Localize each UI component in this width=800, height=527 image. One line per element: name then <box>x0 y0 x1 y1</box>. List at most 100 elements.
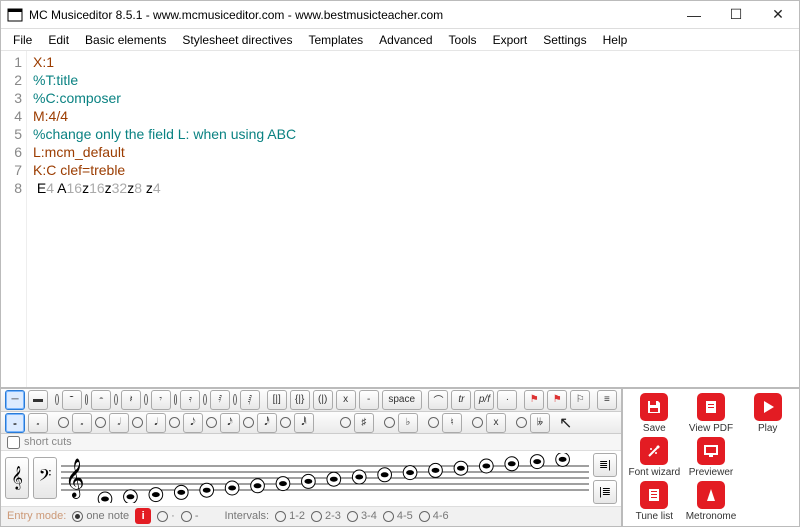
code-area[interactable]: X:1%T:title%C:composerM:4/4%change only … <box>27 51 799 387</box>
bar-button[interactable]: {|} <box>290 390 310 410</box>
note-button[interactable]: 𝅘𝅥𝅰 <box>257 413 277 433</box>
rest-button[interactable]: 𝅁 <box>240 390 260 410</box>
rest-button[interactable]: 𝄻 <box>62 390 82 410</box>
minimize-button[interactable]: — <box>673 1 715 28</box>
bass-clef-button[interactable]: 𝄢 <box>33 457 57 499</box>
dynamic-button[interactable]: ⌒ <box>428 390 448 410</box>
note-button[interactable]: 𝅘𝅥𝅱 <box>294 413 314 433</box>
interval-option[interactable]: 4-6 <box>419 510 449 522</box>
metronome-button[interactable]: Metronome <box>684 480 739 522</box>
radio-icon <box>340 417 351 428</box>
monitor-icon <box>697 437 725 465</box>
menu-edit[interactable]: Edit <box>40 31 77 49</box>
radio-icon <box>280 417 291 428</box>
menu-templates[interactable]: Templates <box>300 31 371 49</box>
note-button[interactable]: 𝅘𝅥 <box>146 413 166 433</box>
list-icon <box>640 481 668 509</box>
note-button[interactable]: 𝅗𝅥 <box>109 413 129 433</box>
bar-button[interactable]: x <box>336 390 356 410</box>
radio-icon <box>85 394 89 405</box>
menu-basic-elements[interactable]: Basic elements <box>77 31 174 49</box>
rest-button[interactable]: 𝅀 <box>210 390 230 410</box>
info-icon[interactable]: i <box>135 508 151 524</box>
menu-advanced[interactable]: Advanced <box>371 31 440 49</box>
misc-button[interactable]: ≡ <box>597 390 617 410</box>
tune-list-button[interactable]: Tune list <box>627 480 682 522</box>
svg-text:𝄞: 𝄞 <box>65 459 85 499</box>
intervals-label: Intervals: <box>224 510 269 522</box>
line-gutter: 12345678 <box>1 51 27 387</box>
interval-option[interactable]: 1-2 <box>275 510 305 522</box>
interval-option[interactable]: 3-4 <box>347 510 377 522</box>
doubleflat-button[interactable]: 𝄫 <box>530 413 550 433</box>
bar-button[interactable]: - <box>359 390 379 410</box>
radio-icon <box>472 417 483 428</box>
note-button[interactable]: 𝅘𝅥𝅯 <box>220 413 240 433</box>
save-button[interactable]: Save <box>627 393 682 435</box>
interval-option[interactable]: 2-3 <box>311 510 341 522</box>
menu-stylesheet-directives[interactable]: Stylesheet directives <box>174 31 300 49</box>
entry-dash[interactable]: - <box>181 510 199 522</box>
code-editor[interactable]: 12345678 X:1%T:title%C:composerM:4/4%cha… <box>1 51 799 387</box>
bar-button[interactable]: (|) <box>313 390 333 410</box>
space-button[interactable]: space <box>382 390 422 410</box>
rest-button[interactable]: ─ <box>5 390 25 410</box>
play-button[interactable]: Play <box>740 393 795 435</box>
radio-icon <box>114 394 118 405</box>
rest-button[interactable]: 𝄾 <box>151 390 171 410</box>
rest-button[interactable]: 𝄼 <box>91 390 111 410</box>
dynamic-button[interactable]: tr <box>451 390 471 410</box>
entry-one-note[interactable]: one note <box>72 510 129 522</box>
title-bar: MC Musiceditor 8.5.1 - www.mcmusiceditor… <box>1 1 799 29</box>
dynamic-button[interactable]: p/f <box>474 390 494 410</box>
pdf-icon <box>697 393 725 421</box>
action-panel: Save View PDF Play Font wizard Previewer… <box>623 389 799 526</box>
menu-tools[interactable]: Tools <box>441 31 485 49</box>
interval-option[interactable]: 4-5 <box>383 510 413 522</box>
play-icon <box>754 393 782 421</box>
doublesharp-button[interactable]: x <box>486 413 506 433</box>
staff-layout-button[interactable]: |≣ <box>593 480 617 504</box>
note-button[interactable]: 𝅝 <box>5 413 25 433</box>
menu-file[interactable]: File <box>5 31 40 49</box>
flag-button[interactable]: ⚑ <box>547 390 567 410</box>
shortcuts-label: short cuts <box>24 436 72 448</box>
radio-icon <box>233 394 237 405</box>
radio-icon <box>95 417 106 428</box>
menu-export[interactable]: Export <box>485 31 536 49</box>
toolbar-row-rests: ─ ▬ 𝄻 𝄼 𝄽 𝄾 𝄿 𝅀 𝅁 [|] {|} (|) x - space … <box>1 389 621 412</box>
window-controls: — ☐ ✕ <box>673 1 799 28</box>
bar-button[interactable]: [|] <box>267 390 287 410</box>
previewer-button[interactable]: Previewer <box>684 437 739 479</box>
close-button[interactable]: ✕ <box>757 1 799 28</box>
font-wizard-button[interactable]: Font wizard <box>627 437 682 479</box>
flag-button[interactable]: ⚐ <box>570 390 590 410</box>
natural-button[interactable]: ♮ <box>442 413 462 433</box>
radio-icon <box>55 394 59 405</box>
entry-dot[interactable]: · <box>157 510 175 522</box>
staff-layout-button[interactable]: ≣| <box>593 453 617 477</box>
bottom-panel: ─ ▬ 𝄻 𝄼 𝄽 𝄾 𝄿 𝅀 𝅁 [|] {|} (|) x - space … <box>1 387 799 526</box>
staff[interactable]: 𝄞 <box>61 453 589 503</box>
note-button[interactable]: 𝅗 <box>28 413 48 433</box>
shortcuts-checkbox[interactable] <box>7 436 20 449</box>
shortcuts-row: short cuts <box>1 434 621 450</box>
rest-button[interactable]: ▬ <box>28 390 48 410</box>
menu-help[interactable]: Help <box>595 31 636 49</box>
maximize-button[interactable]: ☐ <box>715 1 757 28</box>
radio-icon <box>243 417 254 428</box>
note-button[interactable]: 𝅗 <box>72 413 92 433</box>
note-button[interactable]: 𝅘𝅥𝅮 <box>183 413 203 433</box>
sharp-button[interactable]: ♯ <box>354 413 374 433</box>
rest-button[interactable]: 𝄽 <box>121 390 141 410</box>
dynamic-button[interactable]: · <box>497 390 517 410</box>
flat-button[interactable]: ♭ <box>398 413 418 433</box>
radio-icon <box>516 417 527 428</box>
menu-settings[interactable]: Settings <box>535 31 594 49</box>
view-pdf-button[interactable]: View PDF <box>684 393 739 435</box>
entry-mode-row: Entry mode: one note i · - Intervals: 1-… <box>1 507 621 526</box>
flag-button[interactable]: ⚑ <box>524 390 544 410</box>
treble-clef-button[interactable]: 𝄞 <box>5 457 29 499</box>
rest-button[interactable]: 𝄿 <box>180 390 200 410</box>
cursor-icon: ↖ <box>559 413 572 433</box>
